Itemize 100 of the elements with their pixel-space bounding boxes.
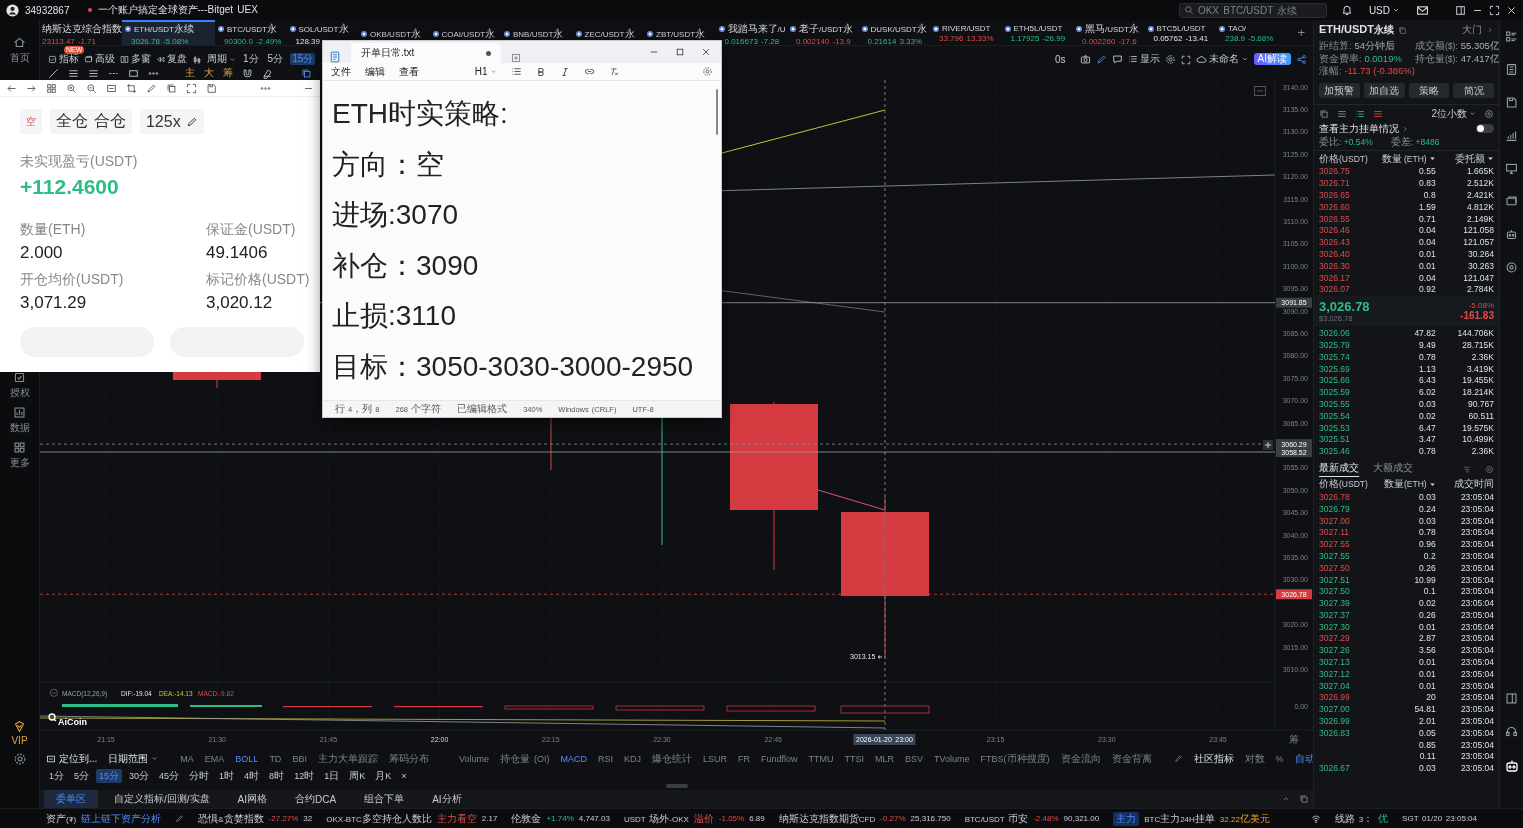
nav-button[interactable]: 首页 <box>2 36 37 65</box>
ticker-tab[interactable]: 我踏马来了/U 0.016673 -7.28 <box>715 20 787 45</box>
indicator-tab[interactable]: 爆仓统计 <box>651 751 692 766</box>
nav-button[interactable]: VIP <box>2 720 37 746</box>
add-tab-button[interactable]: + <box>1289 25 1313 40</box>
indicator-tab[interactable]: TVolume <box>934 753 970 764</box>
community-indicators-button[interactable]: 社区指标 <box>1193 751 1234 766</box>
indicator-tab[interactable]: KDJ <box>623 753 641 764</box>
indicator-tab[interactable]: LSUR <box>702 753 727 764</box>
drawing-tool-button[interactable]: 大 <box>204 66 214 80</box>
ticker-tab[interactable]: ETH/USDT永续 3026.78 -5.08% <box>122 20 215 45</box>
layout-dropdown[interactable]: 未命名 <box>1195 53 1249 65</box>
toolbar-button[interactable]: 指标 <box>48 53 79 65</box>
nav-button[interactable]: 授权 <box>2 371 37 400</box>
ticker-tab[interactable]: DUSK/USDT永 0.21614 3.33% <box>858 20 930 45</box>
close-button[interactable]: × <box>398 768 410 783</box>
indicator-tab[interactable]: Volume <box>458 753 489 764</box>
panel-tab[interactable]: AI网格 <box>225 790 279 808</box>
period-tab[interactable]: 4时 <box>241 768 263 783</box>
panel-tab[interactable]: 自定义指标/回测/实盘 <box>102 790 222 808</box>
ai-button[interactable]: AI解读 <box>1253 53 1291 65</box>
indicator-tab[interactable]: MA <box>180 753 194 764</box>
axis-corner-label[interactable]: 筹 <box>1289 734 1299 745</box>
period-tab[interactable]: 8时 <box>266 768 288 783</box>
ticker-tab[interactable]: RIVER/USDT 33.796 13.33% <box>930 20 1002 45</box>
ticker-tab[interactable]: ZBT/USDT永 <box>644 20 716 45</box>
indicator-tab[interactable]: FTBS(币种搜度) <box>980 751 1050 766</box>
drawing-tool-button[interactable]: 筹 <box>223 66 233 80</box>
indicator-tab[interactable]: MACD <box>560 753 587 764</box>
toolbar-button[interactable]: 复盘 <box>156 53 187 65</box>
drawing-tool-button[interactable]: 主 <box>185 66 195 80</box>
panel-tab[interactable]: AI分析 <box>420 790 474 808</box>
period-tab[interactable]: 5分 <box>71 768 93 783</box>
indicator-tab[interactable]: RSI <box>597 753 613 764</box>
trades-tab[interactable]: 大额成交 <box>1373 461 1413 478</box>
precision-dropdown[interactable]: 2位小数 <box>1431 106 1476 121</box>
log-scale-toggle[interactable]: 对数 <box>1244 751 1265 766</box>
period-tab[interactable]: 5分 <box>265 53 286 65</box>
date-range-dropdown[interactable]: 日期范围 <box>108 751 159 766</box>
ticker-tab[interactable]: BNB/USDT永 <box>501 20 573 45</box>
panel-tab[interactable]: 组合下单 <box>352 790 417 808</box>
menu-item[interactable]: 编辑 <box>365 64 385 79</box>
period-tab[interactable]: 周K <box>346 768 369 783</box>
column-header[interactable]: 价格(USDT) <box>1319 151 1368 166</box>
indicator-tab[interactable]: FR <box>737 753 750 764</box>
auto-scale-toggle[interactable]: 自动 <box>1294 751 1313 766</box>
menu-item[interactable]: 查看 <box>399 64 419 79</box>
ticker-tab[interactable]: 黑马/USDT永 0.002260 -17.6 <box>1073 20 1145 45</box>
column-header[interactable]: 委托额 <box>1455 151 1485 166</box>
whale-orders-link[interactable]: 查看主力挂单情况 <box>1319 121 1399 136</box>
indicator-tab[interactable]: 筹码分布 <box>388 751 429 766</box>
column-header[interactable]: 成交时间 <box>1454 477 1494 492</box>
toolbar-button[interactable]: 高级 <box>84 53 115 65</box>
heading-dropdown[interactable]: H1 <box>474 66 497 78</box>
ticker-tab[interactable]: OKB/USDT永 <box>358 20 430 45</box>
indicator-tab[interactable]: EMA <box>204 753 225 764</box>
period-tab[interactable]: 1时 <box>216 768 238 783</box>
indicator-tab[interactable]: 资金背离 <box>1111 751 1152 766</box>
indicator-tab[interactable]: 资金流向 <box>1060 751 1101 766</box>
ticker-tab[interactable]: COAI/USDT永 <box>429 20 501 45</box>
indicator-tab[interactable]: Fundflow <box>760 753 798 764</box>
leverage-button[interactable]: 125x <box>139 109 204 134</box>
indicator-tab[interactable]: TTSI <box>844 753 864 764</box>
menu-item[interactable]: 文件 <box>331 64 351 79</box>
column-header[interactable]: 价格(USDT) <box>1319 477 1368 492</box>
period-tab[interactable]: 1分 <box>46 768 67 783</box>
file-tab[interactable]: 开单日常.txt <box>351 43 501 63</box>
period-tab[interactable]: 45分 <box>156 768 183 783</box>
period-tab[interactable]: 15分 <box>290 53 316 65</box>
ticker-tab[interactable]: ETH5L/USDT 1.17925 -26.99 <box>1001 20 1073 45</box>
locate-button[interactable]: 定位到... <box>46 751 98 766</box>
column-header[interactable]: 数量 (ETH) <box>1381 151 1427 166</box>
action-button[interactable]: 简况 <box>1453 82 1494 98</box>
ticker-tab[interactable]: 纳斯达克综合指数 23113.47 -1.71 <box>40 20 122 45</box>
ticker-tab[interactable]: ZEC/USDT永 <box>572 20 644 45</box>
period-tab[interactable]: 1日 <box>321 768 343 783</box>
indicator-tab[interactable]: TD <box>269 753 282 764</box>
indicator-tab[interactable]: BOLL <box>235 753 259 764</box>
ticker-tab[interactable]: 老子/USDT永 0.002140 -13.9 <box>787 20 859 45</box>
period-tab[interactable]: 15分 <box>96 768 123 783</box>
indicator-tab[interactable]: BSV <box>905 753 924 764</box>
trades-tab[interactable]: 最新成交 <box>1319 461 1359 478</box>
indicator-tab[interactable]: MLR <box>875 753 894 764</box>
action-button[interactable]: 策略 <box>1408 82 1450 98</box>
period-tab[interactable]: 分时 <box>186 768 213 783</box>
indicator-tab[interactable]: BBI <box>292 753 307 764</box>
column-header[interactable]: 数量(ETH) <box>1384 477 1427 492</box>
action-button[interactable]: 加自选 <box>1363 82 1405 98</box>
currency-select[interactable]: USD <box>1368 4 1390 16</box>
text-area[interactable]: ETH时实策略: 方向：空 进场:3070 补仓：3090 止损:3110 目标：3050-3030-3000-2950 <box>323 81 721 401</box>
ticker-tab[interactable]: SOL/USDT永 128.39 <box>286 20 358 45</box>
toolbar-button[interactable]: 多窗 <box>120 53 151 65</box>
indicator-tab[interactable]: TTMU <box>808 753 834 764</box>
period-tab[interactable]: 月K <box>372 768 395 783</box>
nav-button[interactable]: 更多 <box>2 441 37 470</box>
nav-button[interactable]: 数据 <box>2 406 37 435</box>
ticker-tab[interactable]: BTC5L/USDT 0.05762 -13.41 <box>1144 20 1216 45</box>
indicator-tab[interactable]: 持仓量 (OI) <box>499 751 550 766</box>
period-dropdown[interactable]: 周期 <box>207 53 236 65</box>
action-button[interactable]: 加预警 <box>1319 82 1360 98</box>
